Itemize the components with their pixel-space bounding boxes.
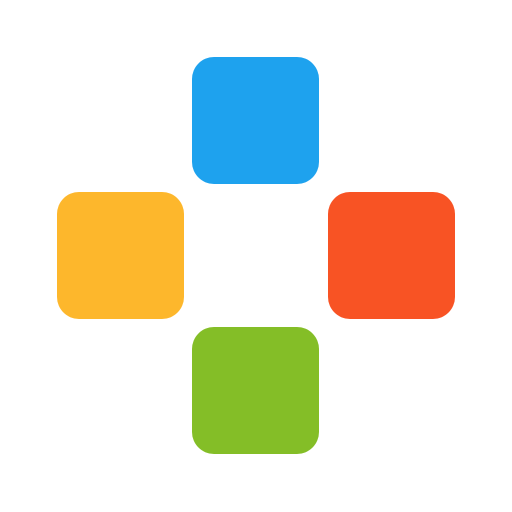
bottom-green-tile [192, 327, 319, 454]
top-blue-tile [192, 57, 319, 184]
app-icon-canvas [0, 0, 512, 512]
left-yellow-tile [57, 192, 184, 319]
right-orange-tile [328, 192, 455, 319]
